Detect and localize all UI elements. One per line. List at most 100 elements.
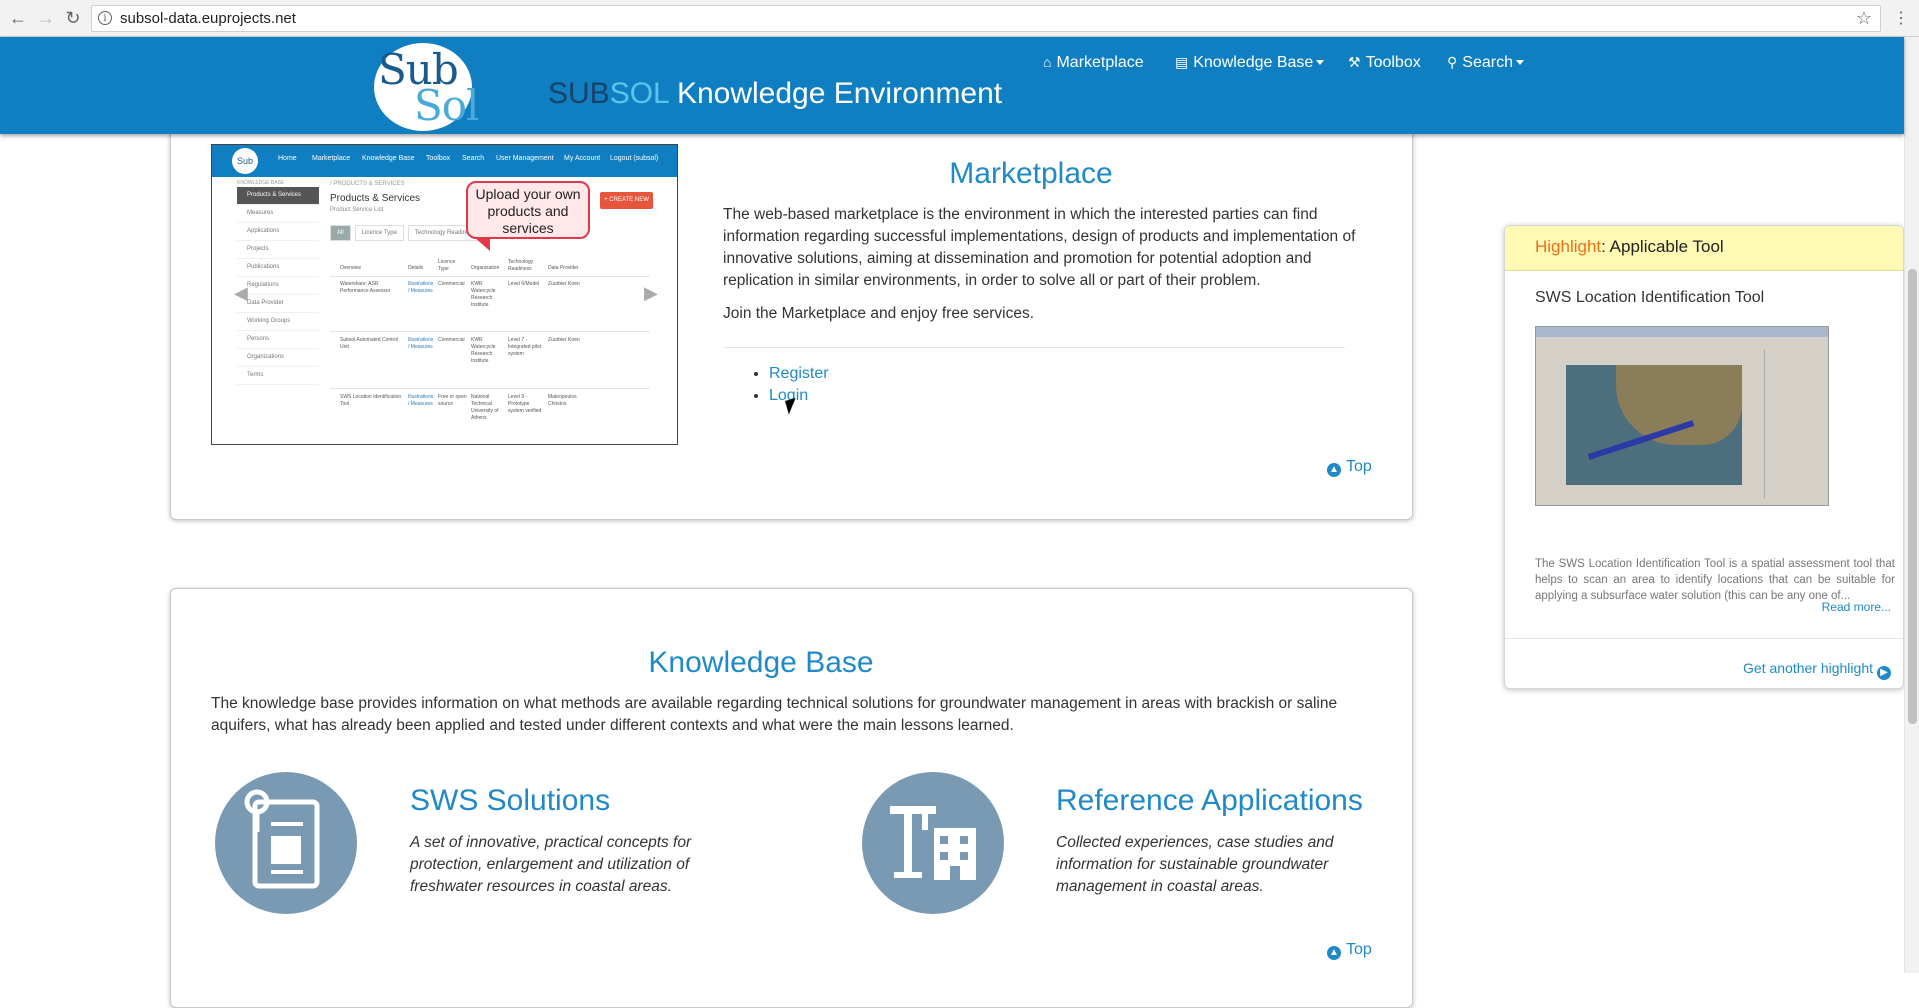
screenshot-side-item: Data Provider xyxy=(237,295,319,313)
screenshot-cell: Commercial xyxy=(438,281,465,287)
highlight-label: Highlight xyxy=(1535,237,1602,256)
screenshot-next-arrow-icon: ▶ xyxy=(644,283,658,303)
marketplace-panel: Sub Home Marketplace Knowledge Base Tool… xyxy=(170,110,1413,520)
settings-panel xyxy=(1764,349,1825,499)
scrollbar-thumb[interactable] xyxy=(1908,269,1917,724)
top-link-label: Top xyxy=(1346,941,1372,958)
nav-marketplace-label: Marketplace xyxy=(1056,54,1144,71)
screenshot-row-divider xyxy=(330,388,650,389)
screenshot-tab: Licence Type xyxy=(354,225,404,241)
screenshot-nav-item: Home xyxy=(278,155,297,162)
screenshot-nav-item: Knowledge Base xyxy=(362,155,415,162)
screenshot-cell: KWR Watercycle Research Institute xyxy=(471,337,496,364)
get-another-highlight-link[interactable]: Get another highlight ▶ xyxy=(1743,660,1891,680)
title-sol: SOL xyxy=(609,77,669,110)
reference-applications-link[interactable]: Reference Applications xyxy=(1056,784,1363,818)
screenshot-cell: Zuurbier Koen xyxy=(548,281,580,287)
screenshot-cell: SWS Location Identification Tool xyxy=(340,394,402,407)
logo-text-bottom: Sol xyxy=(414,81,479,130)
register-link[interactable]: Register xyxy=(769,365,829,382)
screenshot-sidebar: Products & Services Measures Application… xyxy=(237,187,319,385)
screenshot-prev-arrow-icon: ◀ xyxy=(234,283,248,303)
home-icon: ⌂ xyxy=(1043,54,1052,70)
search-icon: ⚲ xyxy=(1447,54,1458,70)
screenshot-create-button: + CREATE NEW xyxy=(600,192,653,209)
top-link[interactable]: ▲ Top xyxy=(1327,941,1372,960)
back-icon[interactable]: ← xyxy=(6,6,30,30)
screenshot-cell: Illustrations / Measures xyxy=(408,394,434,407)
address-bar[interactable]: i subsol-data.euprojects.net ☆ xyxy=(91,5,1881,32)
highlight-description: The SWS Location Identification Tool is … xyxy=(1535,558,1895,602)
highlight-panel: Highlight: Applicable Tool SWS Location … xyxy=(1504,225,1904,689)
screenshot-cell: KWR Watercycle Research Institute xyxy=(471,281,496,308)
site-header: Sub Sol SUBSOL Knowledge Environment ⌂ Ma… xyxy=(0,37,1904,134)
screenshot-titlebar xyxy=(1536,327,1828,337)
info-icon[interactable]: i xyxy=(98,11,112,25)
highlight-heading: Highlight: Applicable Tool xyxy=(1535,237,1724,257)
knowledge-base-title: Knowledge Base xyxy=(648,646,874,679)
screenshot-nav-item: Logout (subsol) xyxy=(610,155,659,162)
screenshot-nav-item: User Management xyxy=(496,155,554,162)
browser-menu-icon[interactable]: ⋮ xyxy=(1893,8,1909,28)
screenshot-nav-item: Search xyxy=(462,155,485,162)
upload-callout: Upload your own products and services xyxy=(466,181,590,251)
screenshot-side-item: Regulations xyxy=(237,277,319,295)
caret-down-icon xyxy=(1515,60,1524,66)
marketplace-description: The web-based marketplace is the environ… xyxy=(723,206,1356,289)
site-title: SUBSOL Knowledge Environment xyxy=(548,77,1002,111)
knowledge-base-description: The knowledge base provides information … xyxy=(211,695,1338,734)
vertical-scrollbar[interactable] xyxy=(1904,37,1919,973)
buildings-icon[interactable] xyxy=(862,772,1004,914)
screenshot-cell: Level 6/Model xyxy=(508,281,540,287)
screenshot-col-header: Technology Readiness xyxy=(508,259,534,272)
list-item: Register xyxy=(769,363,829,385)
highlight-header: Highlight: Applicable Tool xyxy=(1505,226,1903,271)
marketplace-screenshot[interactable]: Sub Home Marketplace Knowledge Base Tool… xyxy=(211,144,678,445)
screenshot-tabs: All Licence Type Technology Readiness xyxy=(330,225,486,241)
arrow-right-circle-icon: ▶ xyxy=(1877,666,1891,680)
subsol-logo[interactable]: Sub Sol xyxy=(374,43,479,131)
screenshot-breadcrumb: / PRODUCTS & SERVICES xyxy=(330,181,405,187)
reload-icon[interactable]: ↻ xyxy=(61,6,85,30)
caret-down-icon xyxy=(1316,60,1325,66)
screenshot-col-header: Organization xyxy=(471,265,500,271)
get-another-highlight-label: Get another highlight xyxy=(1743,660,1873,676)
tool-screenshot[interactable] xyxy=(1535,326,1829,506)
sws-solutions-link[interactable]: SWS Solutions xyxy=(410,784,610,818)
screenshot-side-item: Applications xyxy=(237,223,319,241)
arrow-up-circle-icon: ▲ xyxy=(1327,946,1341,960)
sws-solutions-description: A set of innovative, practical concepts … xyxy=(410,834,692,895)
screenshot-side-item: Working Groups xyxy=(237,313,319,331)
screenshot-side-header: KNOWLEDGE BASE xyxy=(237,180,285,186)
screenshot-cell: Makropoulos Christos xyxy=(548,394,577,407)
nav-toolbox-label: Toolbox xyxy=(1365,54,1421,71)
screenshot-row-divider xyxy=(330,331,650,332)
screenshot-navbar: Sub Home Marketplace Knowledge Base Tool… xyxy=(212,145,677,177)
screenshot-col-header: Details xyxy=(408,265,424,271)
reference-applications-description: Collected experiences, case studies and … xyxy=(1056,834,1334,895)
screenshot-side-item: Publications xyxy=(237,259,319,277)
marketplace-links: Register Login xyxy=(723,363,829,407)
document-icon[interactable] xyxy=(215,772,357,914)
nav-marketplace[interactable]: ⌂ Marketplace xyxy=(1043,54,1144,72)
screenshot-row-divider xyxy=(330,276,650,277)
screenshot-cell: National Technical University of Athens xyxy=(471,394,499,421)
bookmark-star-icon[interactable]: ☆ xyxy=(1856,8,1872,29)
screenshot-logo: Sub xyxy=(232,148,258,174)
nav-knowledge-base[interactable]: ▤ Knowledge Base xyxy=(1175,54,1325,72)
read-more-link[interactable]: Read more... xyxy=(1822,600,1891,614)
highlight-tool-name[interactable]: SWS Location Identification Tool xyxy=(1535,289,1764,307)
forward-icon[interactable]: → xyxy=(34,6,58,30)
screenshot-cell: Illustrations / Measures xyxy=(408,337,434,350)
nav-toolbox[interactable]: ⚒ Toolbox xyxy=(1348,54,1421,72)
top-link[interactable]: ▲ Top xyxy=(1327,458,1372,477)
nav-search[interactable]: ⚲ Search xyxy=(1447,54,1524,72)
title-rest: Knowledge Environment xyxy=(668,77,1003,110)
highlight-type: : Applicable Tool xyxy=(1601,237,1724,256)
divider xyxy=(723,347,1345,348)
top-link-label: Top xyxy=(1346,458,1372,475)
nav-knowledge-base-label: Knowledge Base xyxy=(1193,54,1314,71)
url-text[interactable]: subsol-data.euprojects.net xyxy=(120,10,296,27)
screenshot-tab: All xyxy=(330,225,351,241)
marketplace-title: Marketplace xyxy=(949,157,1113,190)
